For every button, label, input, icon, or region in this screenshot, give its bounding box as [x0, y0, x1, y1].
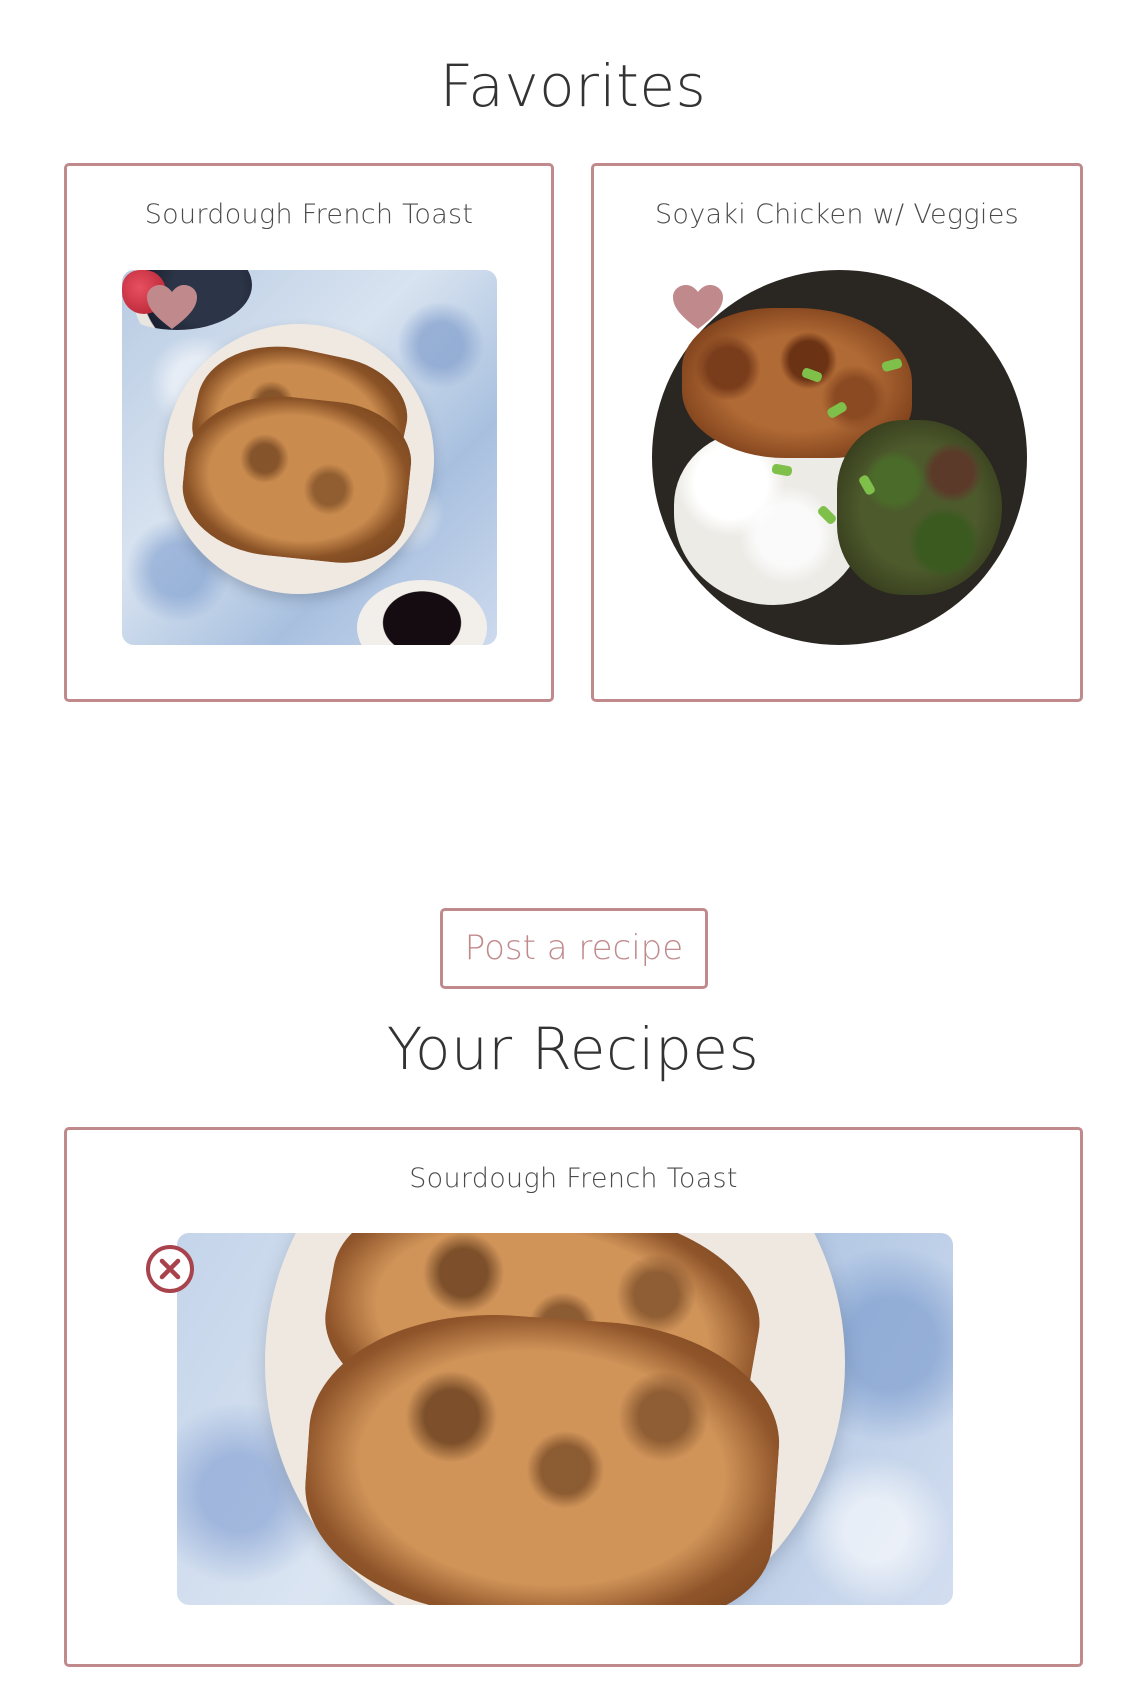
recipe-title: Soyaki Chicken w/ Veggies: [654, 199, 1020, 230]
recipe-title: Sourdough French Toast: [144, 199, 474, 230]
favorite-card[interactable]: Soyaki Chicken w/ Veggies: [591, 163, 1083, 702]
favorites-heading: Favorites: [439, 52, 707, 120]
heart-icon[interactable]: [672, 284, 724, 330]
french-toast-photo[interactable]: [177, 1233, 953, 1605]
your-recipes-heading: Your Recipes: [386, 1015, 760, 1083]
heart-icon[interactable]: [146, 284, 198, 330]
recipe-card[interactable]: Sourdough French Toast: [64, 1127, 1083, 1667]
post-recipe-button[interactable]: Post a recipe: [440, 908, 708, 989]
delete-icon[interactable]: [144, 1243, 196, 1295]
recipe-title: Sourdough French Toast: [409, 1163, 738, 1194]
favorite-card[interactable]: Sourdough French Toast: [64, 163, 554, 702]
